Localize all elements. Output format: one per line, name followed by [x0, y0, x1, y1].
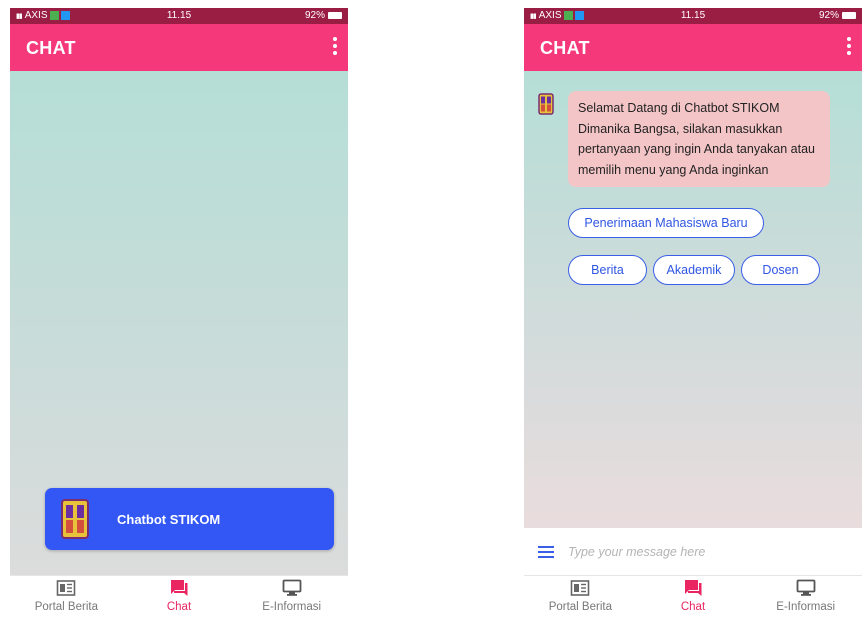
- phone-screen-chat-list: ▮▮ AXIS 11.15 92% CHAT Chatbot STIKOM Po…: [10, 8, 348, 619]
- app-bar: CHAT: [10, 24, 348, 74]
- battery-icon: [328, 12, 342, 19]
- stikom-logo-icon: [61, 499, 89, 539]
- status-battery: 92%: [819, 10, 856, 21]
- newspaper-icon: [57, 580, 76, 596]
- battery-percent: 92%: [304, 10, 325, 21]
- battery-icon: [842, 12, 856, 19]
- chat-conversation-area[interactable]: Selamat Datang di Chatbot STIKOM Dimanik…: [524, 71, 862, 576]
- nav-item-portal-berita[interactable]: Portal Berita: [10, 576, 123, 619]
- message-input-bar: [524, 528, 862, 576]
- phone-screen-chat-conversation: ▮▮ AXIS 11.15 92% CHAT Selamat Datang di…: [524, 8, 862, 619]
- nav-label-portal-berita: Portal Berita: [34, 601, 98, 613]
- monitor-icon: [282, 579, 302, 596]
- status-battery: 92%: [305, 10, 342, 21]
- monitor-icon: [796, 579, 816, 596]
- battery-percent: 92%: [818, 10, 839, 21]
- app-bar: CHAT: [524, 24, 862, 74]
- chat-list-area: Chatbot STIKOM: [10, 71, 348, 576]
- newspaper-icon: [571, 580, 590, 596]
- quick-reply-penerimaan-mahasiswa-baru[interactable]: Penerimaan Mahasiswa Baru: [568, 208, 764, 238]
- bot-message-bubble: Selamat Datang di Chatbot STIKOM Dimanik…: [568, 91, 830, 187]
- nav-item-portal-berita[interactable]: Portal Berita: [524, 576, 637, 619]
- nav-item-e-informasi[interactable]: E-Informasi: [235, 576, 348, 619]
- status-time: 11.15: [166, 10, 192, 21]
- nav-label-e-informasi: E-Informasi: [262, 601, 322, 613]
- status-time: 11.15: [680, 10, 706, 21]
- nav-label-chat: Chat: [680, 601, 706, 613]
- status-bar: ▮▮ AXIS 11.15 92%: [10, 8, 348, 24]
- chatbot-card[interactable]: Chatbot STIKOM: [45, 488, 334, 550]
- nav-item-chat[interactable]: Chat: [637, 576, 750, 619]
- status-bar: ▮▮ AXIS 11.15 92%: [524, 8, 862, 24]
- nav-item-chat[interactable]: Chat: [123, 576, 236, 619]
- quick-reply-dosen[interactable]: Dosen: [741, 255, 820, 285]
- nav-label-chat: Chat: [166, 601, 192, 613]
- bottom-navigation: Portal Berita Chat E-Informasi: [524, 575, 862, 619]
- chat-icon: [685, 580, 702, 596]
- nav-label-e-informasi: E-Informasi: [776, 601, 836, 613]
- hamburger-menu-icon[interactable]: [538, 546, 554, 558]
- page-title: CHAT: [26, 38, 76, 58]
- message-input[interactable]: [566, 544, 830, 560]
- quick-reply-berita[interactable]: Berita: [568, 255, 647, 285]
- nav-item-e-informasi[interactable]: E-Informasi: [749, 576, 862, 619]
- bot-avatar-icon: [538, 93, 554, 115]
- bottom-navigation: Portal Berita Chat E-Informasi: [10, 575, 348, 619]
- page-title: CHAT: [540, 38, 590, 58]
- more-vertical-icon[interactable]: [332, 37, 338, 57]
- chatbot-card-title: Chatbot STIKOM: [117, 511, 221, 527]
- more-vertical-icon[interactable]: [846, 37, 852, 57]
- chat-icon: [171, 580, 188, 596]
- nav-label-portal-berita: Portal Berita: [548, 601, 612, 613]
- quick-reply-akademik[interactable]: Akademik: [653, 255, 735, 285]
